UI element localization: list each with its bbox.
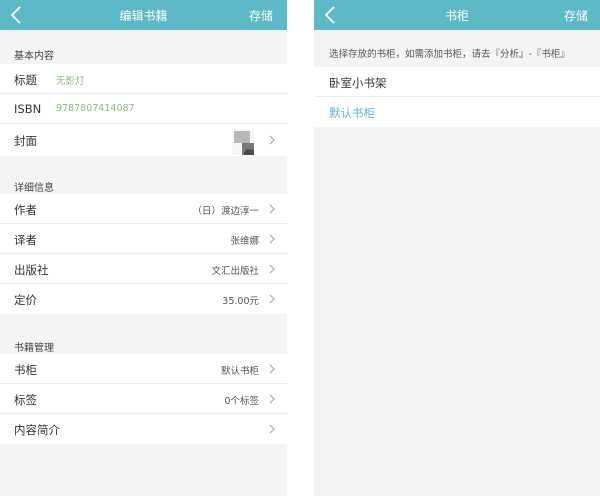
tags-row[interactable]: 标签 0个标签 — [0, 384, 287, 414]
isbn-value[interactable]: 9787807414087 — [56, 103, 135, 114]
basic-info-group: 标题 无影灯 ISBN 9787807414087 封面 — [0, 64, 287, 156]
author-label: 作者 — [14, 203, 37, 217]
tags-label: 标签 — [14, 393, 37, 407]
shelf-option[interactable]: 卧室小书架 — [314, 67, 600, 97]
nav-bar: 编辑书籍 存储 — [0, 0, 287, 30]
chevron-right-icon — [269, 364, 275, 374]
isbn-label: ISBN — [14, 102, 42, 116]
shelf-label: 书柜 — [14, 363, 37, 377]
shelf-hint-text: 选择存放的书柜，如需添加书柜，请去『分析』-『书柜』 — [329, 49, 570, 60]
publisher-value: 文汇出版社 — [211, 266, 259, 277]
chevron-right-icon — [269, 204, 275, 214]
edit-book-screen: 编辑书籍 存储 基本内容 标题 无影灯 ISBN 9787807414087 封… — [0, 0, 287, 496]
publisher-label: 出版社 — [14, 263, 49, 277]
translator-row[interactable]: 译者 张维娜 — [0, 224, 287, 254]
intro-label: 内容简介 — [14, 423, 60, 437]
chevron-left-icon[interactable] — [6, 3, 28, 27]
page-title: 编辑书籍 — [119, 9, 168, 23]
intro-row[interactable]: 内容简介 — [0, 414, 287, 444]
shelf-option-label: 卧室小书架 — [329, 76, 387, 90]
publisher-row[interactable]: 出版社 文汇出版社 — [0, 254, 287, 284]
chevron-left-icon[interactable] — [320, 3, 342, 27]
chevron-right-icon — [269, 424, 275, 434]
title-label: 标题 — [14, 73, 37, 87]
translator-value: 张维娜 — [230, 236, 259, 247]
page-title: 书柜 — [444, 9, 469, 23]
shelf-value: 默认书柜 — [220, 366, 259, 377]
shelf-list: 卧室小书架 默认书柜 — [314, 67, 600, 127]
save-button[interactable]: 存储 — [564, 7, 588, 24]
tags-value: 0个标签 — [224, 396, 259, 407]
cover-row[interactable]: 封面 — [0, 124, 287, 156]
shelf-row[interactable]: 书柜 默认书柜 — [0, 354, 287, 384]
price-value: 35.00元 — [222, 296, 259, 307]
chevron-right-icon — [269, 294, 275, 304]
section-title-details: 详细信息 — [14, 183, 54, 194]
isbn-row[interactable]: ISBN 9787807414087 — [0, 94, 287, 124]
nav-bar: 书柜 存储 — [314, 0, 600, 30]
details-group: 作者 （日）渡边淳一 译者 张维娜 出版社 文汇出版社 定价 35.00元 — [0, 194, 287, 314]
save-button[interactable]: 存储 — [249, 7, 273, 24]
author-row[interactable]: 作者 （日）渡边淳一 — [0, 194, 287, 224]
title-value[interactable]: 无影灯 — [56, 73, 85, 87]
price-row[interactable]: 定价 35.00元 — [0, 284, 287, 314]
chevron-right-icon — [269, 135, 275, 145]
author-value: （日）渡边淳一 — [192, 206, 259, 217]
cover-thumbnail — [232, 129, 254, 155]
cover-label: 封面 — [14, 134, 37, 148]
translator-label: 译者 — [14, 233, 37, 247]
bookshelf-screen: 书柜 存储 选择存放的书柜，如需添加书柜，请去『分析』-『书柜』 卧室小书架 默… — [314, 0, 600, 496]
shelf-option-label-selected: 默认书柜 — [329, 106, 375, 120]
shelf-option[interactable]: 默认书柜 — [314, 97, 600, 127]
price-label: 定价 — [14, 293, 37, 307]
chevron-right-icon — [269, 264, 275, 274]
section-title-management: 书籍管理 — [14, 343, 54, 354]
chevron-right-icon — [269, 394, 275, 404]
title-row[interactable]: 标题 无影灯 — [0, 64, 287, 94]
management-group: 书柜 默认书柜 标签 0个标签 内容简介 — [0, 354, 287, 444]
section-title-basic: 基本内容 — [14, 51, 54, 62]
chevron-right-icon — [269, 234, 275, 244]
